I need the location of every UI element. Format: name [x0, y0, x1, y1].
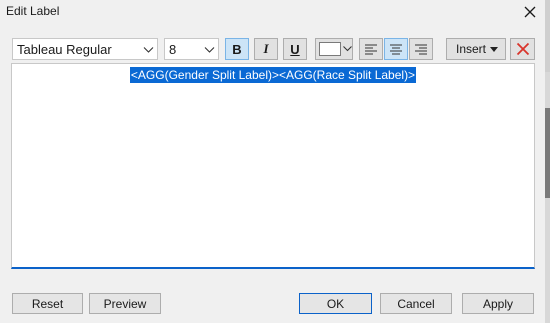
- clear-button[interactable]: [510, 38, 535, 60]
- font-size-value: 8: [169, 41, 177, 57]
- font-family-dropdown[interactable]: Tableau Regular: [12, 38, 158, 60]
- caret-down-icon: [490, 46, 499, 52]
- align-left-icon: [365, 44, 377, 54]
- font-size-dropdown[interactable]: 8: [164, 38, 219, 60]
- bold-button[interactable]: B: [225, 38, 249, 60]
- title-bar: Edit Label: [0, 0, 545, 24]
- font-family-value: Tableau Regular: [17, 41, 112, 57]
- underline-button[interactable]: U: [283, 38, 307, 60]
- close-icon: [524, 6, 536, 18]
- italic-button[interactable]: I: [254, 38, 278, 60]
- ok-button[interactable]: OK: [299, 293, 372, 314]
- insert-label: Insert: [456, 42, 487, 56]
- close-button[interactable]: [520, 2, 540, 22]
- chevron-down-icon: [143, 47, 154, 53]
- cancel-button[interactable]: Cancel: [380, 293, 452, 314]
- reset-button[interactable]: Reset: [12, 293, 83, 314]
- color-swatch: [319, 42, 341, 56]
- dialog-title: Edit Label: [6, 4, 60, 18]
- align-center-icon: [390, 44, 402, 54]
- chevron-down-icon: [343, 46, 352, 52]
- preview-button[interactable]: Preview: [89, 293, 161, 314]
- align-center-button[interactable]: [384, 38, 408, 60]
- text-color-picker[interactable]: [315, 38, 353, 60]
- align-left-button[interactable]: [359, 38, 383, 60]
- selected-label-text: <AGG(Gender Split Label)><AGG(Race Split…: [129, 67, 417, 83]
- red-x-icon: [516, 42, 529, 56]
- chevron-down-icon: [204, 47, 215, 53]
- align-right-button[interactable]: [409, 38, 433, 60]
- edit-label-dialog: Edit Label Tableau Regular 8 B I U Inser…: [0, 0, 545, 323]
- background-scrollbar-thumb: [545, 108, 550, 198]
- label-text-editor[interactable]: <AGG(Gender Split Label)><AGG(Race Split…: [11, 63, 535, 269]
- editor-line: <AGG(Gender Split Label)><AGG(Race Split…: [12, 67, 534, 83]
- background-window-edge: [545, 0, 550, 323]
- apply-button[interactable]: Apply: [462, 293, 534, 314]
- insert-button[interactable]: Insert: [446, 38, 506, 60]
- align-right-icon: [415, 44, 427, 54]
